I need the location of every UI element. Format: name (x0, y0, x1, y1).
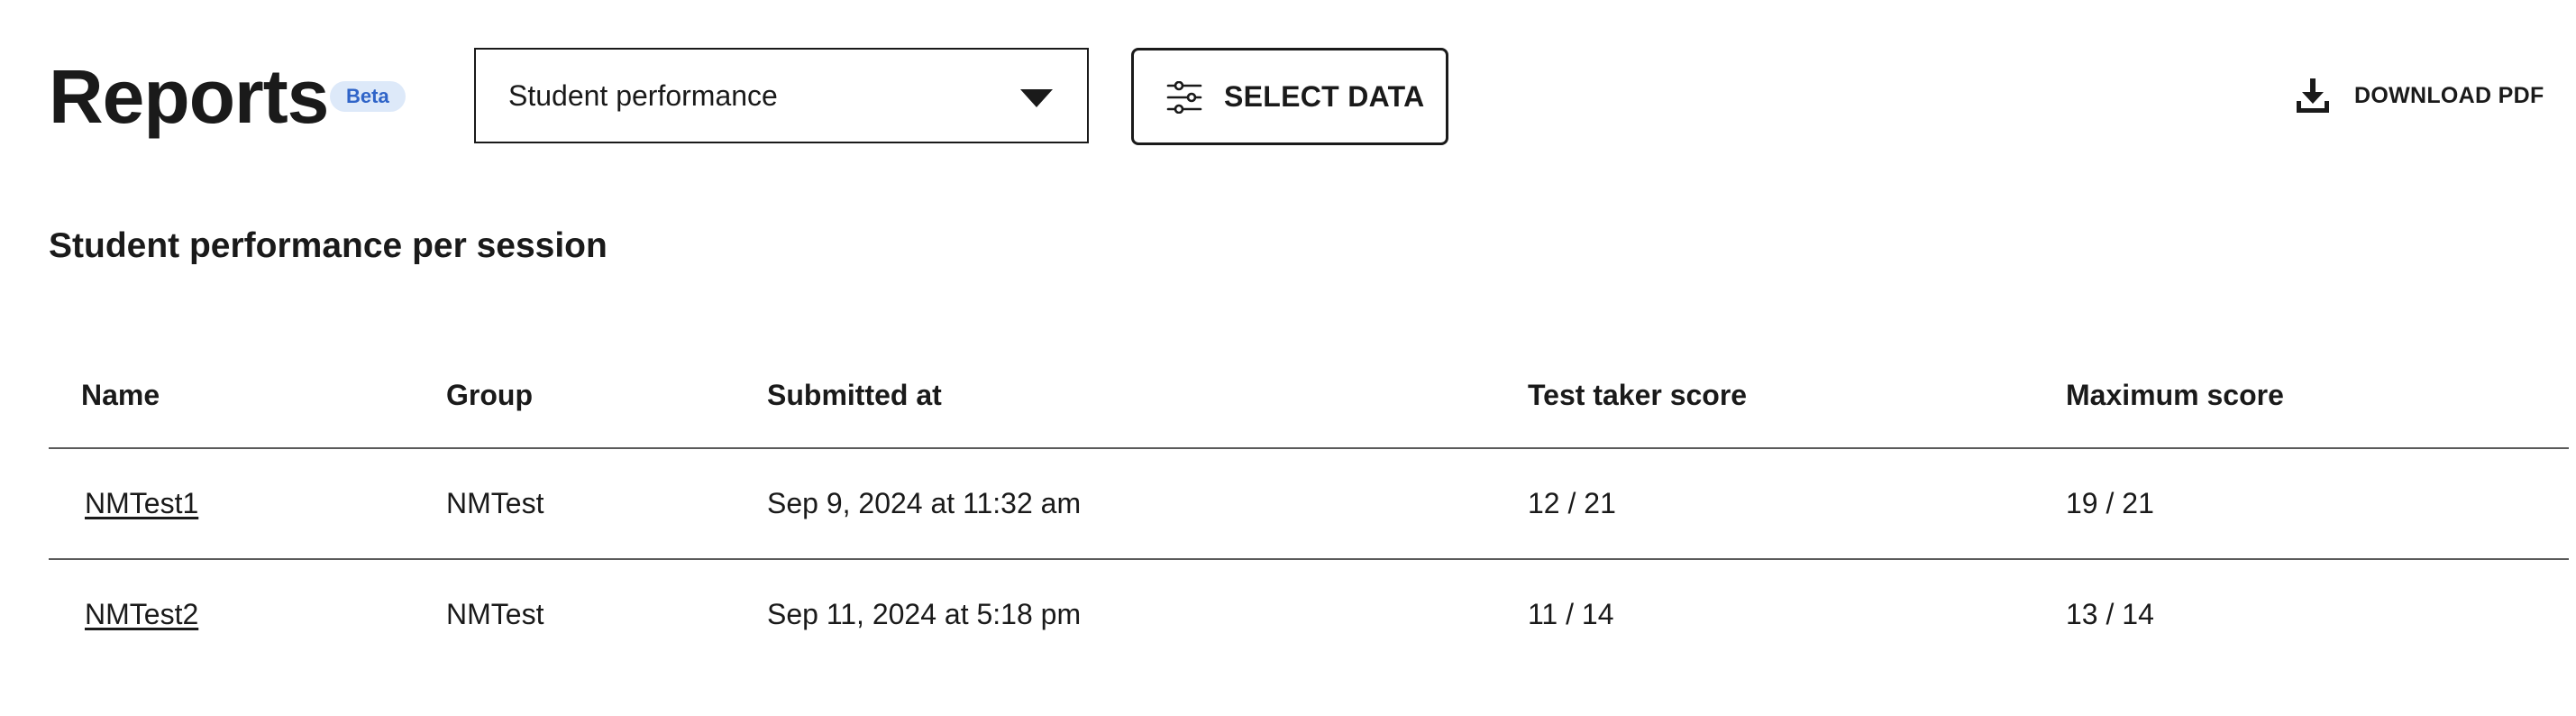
maximum-score-cell: 13 / 14 (2066, 598, 2154, 630)
select-data-button[interactable]: SELECT DATA (1131, 48, 1448, 145)
student-name-link[interactable]: NMTest2 (85, 560, 198, 669)
download-pdf-button[interactable]: DOWNLOAD PDF (2289, 69, 2551, 123)
section-title: Student performance per session (49, 226, 607, 265)
table-header-row: Name Group Submitted at Test taker score… (49, 343, 2569, 449)
student-name-link[interactable]: NMTest1 (85, 449, 198, 558)
group-cell: NMTest (446, 487, 544, 519)
download-pdf-label: DOWNLOAD PDF (2354, 83, 2544, 108)
page-title: Reports (49, 54, 329, 139)
download-icon (2297, 78, 2329, 113)
column-header-test-taker-score: Test taker score (1528, 379, 1748, 411)
submitted-at-cell: Sep 11, 2024 at 5:18 pm (767, 598, 1082, 630)
group-cell: NMTest (446, 598, 544, 630)
table-row: NMTest2 NMTest Sep 11, 2024 at 5:18 pm 1… (49, 560, 2569, 669)
select-data-label: SELECT DATA (1224, 80, 1425, 113)
test-taker-score-cell: 12 / 21 (1528, 487, 1616, 519)
column-header-group: Group (446, 379, 533, 411)
column-header-maximum-score: Maximum score (2066, 379, 2284, 411)
performance-table: Name Group Submitted at Test taker score… (49, 343, 2569, 669)
sliders-icon (1166, 81, 1202, 114)
submitted-at-cell: Sep 9, 2024 at 11:32 am (767, 487, 1082, 519)
report-type-select[interactable]: Student performance (474, 48, 1089, 143)
page-header: Reports Beta Student performance SELECT … (0, 0, 2576, 180)
column-header-submitted-at: Submitted at (767, 379, 942, 411)
maximum-score-cell: 19 / 21 (2066, 487, 2154, 519)
table-row: NMTest1 NMTest Sep 9, 2024 at 11:32 am 1… (49, 449, 2569, 560)
test-taker-score-cell: 11 / 14 (1528, 598, 1614, 630)
column-header-name: Name (81, 379, 160, 411)
chevron-down-icon (1020, 89, 1053, 107)
report-type-select-value: Student performance (508, 79, 778, 112)
beta-badge: Beta (330, 81, 406, 112)
